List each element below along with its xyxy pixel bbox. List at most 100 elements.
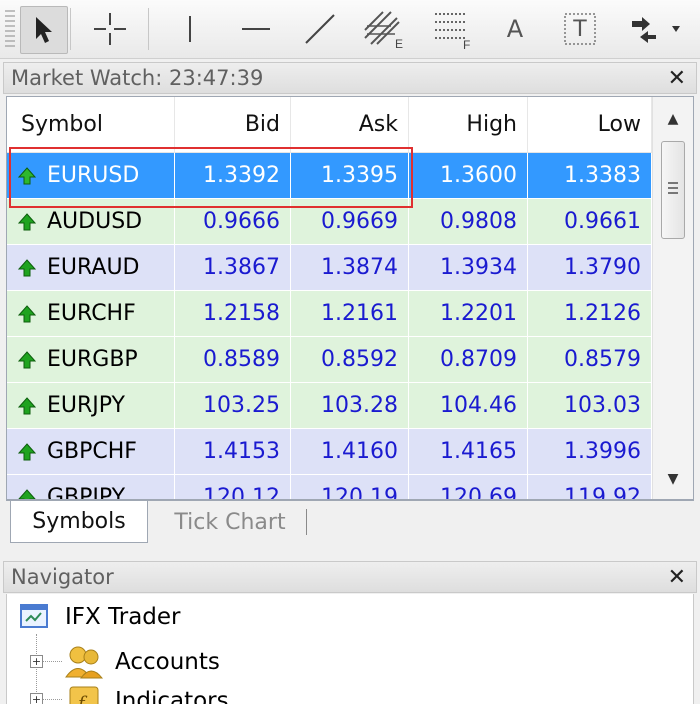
ask-cell: 1.4160 [291, 429, 409, 474]
symbol-cell: EURUSD [7, 153, 175, 198]
table-row[interactable]: EURCHF 1.2158 1.2161 1.2201 1.2126 [7, 291, 652, 337]
tree-item-label: IFX Trader [65, 604, 181, 630]
bid-cell: 1.2158 [175, 291, 291, 336]
vertical-scrollbar[interactable]: ▲ ▼ [652, 97, 693, 499]
table-body: EURUSD 1.3392 1.3395 1.3600 1.3383 AUDUSD 0.96… [7, 153, 652, 499]
low-cell: 119.92 [528, 475, 652, 499]
bid-cell: 1.3867 [175, 245, 291, 290]
arrows-dropdown-button[interactable] [620, 6, 692, 52]
up-arrow-icon [17, 166, 37, 184]
high-cell: 120.69 [409, 475, 528, 499]
table-row[interactable]: EURUSD 1.3392 1.3395 1.3600 1.3383 [7, 153, 652, 199]
trendline-button[interactable] [292, 6, 348, 52]
column-header-bid[interactable]: Bid [175, 97, 291, 152]
bid-cell: 103.25 [175, 383, 291, 428]
expand-accounts-icon[interactable]: + [30, 655, 43, 668]
scroll-up-icon[interactable]: ▲ [653, 105, 693, 133]
high-cell: 0.8709 [409, 337, 528, 382]
tree-item-label: Indicators [115, 688, 229, 704]
high-cell: 1.2201 [409, 291, 528, 336]
vertical-line-button[interactable] [162, 6, 218, 52]
low-cell: 1.2126 [528, 291, 652, 336]
bid-cell: 0.9666 [175, 199, 291, 244]
low-cell: 0.8579 [528, 337, 652, 382]
up-arrow-icon [17, 442, 37, 460]
table-header: Symbol Bid Ask High Low [7, 97, 652, 153]
low-cell: 1.3790 [528, 245, 652, 290]
table-row[interactable]: AUDUSD 0.9666 0.9669 0.9808 0.9661 [7, 199, 652, 245]
symbol-cell: EURAUD [7, 245, 175, 290]
table-row[interactable]: GBPJPY 120.12 120.19 120.69 119.92 [7, 475, 652, 499]
navigator-tree: IFX Trader + Accounts + f Indicators [6, 594, 694, 704]
table-row[interactable]: GBPCHF 1.4153 1.4160 1.4165 1.3996 [7, 429, 652, 475]
column-header-symbol[interactable]: Symbol [7, 97, 175, 152]
horizontal-line-button[interactable] [228, 6, 284, 52]
column-header-low[interactable]: Low [528, 97, 652, 152]
text-button[interactable]: A [490, 6, 540, 52]
tree-item-indicators[interactable]: f Indicators [67, 684, 229, 704]
symbol-label: AUDUSD [47, 209, 143, 234]
toolbar-grip[interactable] [5, 10, 15, 48]
up-arrow-icon [17, 488, 37, 499]
market-watch-tabs: Symbols Tick Chart [6, 500, 694, 547]
up-arrow-icon [17, 258, 37, 276]
symbol-label: EURGBP [47, 347, 138, 372]
text-label-button[interactable]: T [552, 6, 608, 52]
ask-cell: 1.3395 [291, 153, 409, 198]
symbol-cell: EURGBP [7, 337, 175, 382]
up-arrow-icon [17, 212, 37, 230]
ask-cell: 1.3874 [291, 245, 409, 290]
low-cell: 1.3996 [528, 429, 652, 474]
market-watch-close-icon[interactable]: ✕ [668, 66, 686, 91]
low-cell: 103.03 [528, 383, 652, 428]
symbol-label: GBPJPY [47, 485, 126, 499]
cursor-button[interactable] [20, 6, 68, 54]
navigator-close-icon[interactable]: ✕ [668, 565, 686, 590]
crosshair-button[interactable] [82, 6, 138, 52]
symbol-cell: GBPCHF [7, 429, 175, 474]
text-label-letter: T [573, 16, 587, 42]
terminal-icon [20, 604, 48, 628]
column-header-high[interactable]: High [409, 97, 528, 152]
up-arrow-icon [17, 350, 37, 368]
tree-item-ifx-trader[interactable]: IFX Trader [19, 602, 181, 632]
fibonacci-icon: F [435, 13, 470, 50]
ask-cell: 1.2161 [291, 291, 409, 336]
text-tool-label: A [506, 15, 524, 43]
drawing-toolbar: E F A T [0, 0, 700, 59]
tab-tick-chart[interactable]: Tick Chart [156, 501, 304, 543]
fibonacci-button[interactable]: F [424, 6, 480, 52]
symbol-cell: EURJPY [7, 383, 175, 428]
low-cell: 0.9661 [528, 199, 652, 244]
symbol-label: EURAUD [47, 255, 140, 280]
equidistant-channel-button[interactable]: E [356, 6, 412, 52]
scroll-thumb[interactable] [661, 141, 685, 239]
vertical-line-icon [189, 16, 191, 42]
table-row[interactable]: EURAUD 1.3867 1.3874 1.3934 1.3790 [7, 245, 652, 291]
symbol-label: EURUSD [47, 163, 140, 188]
accounts-icon [65, 646, 104, 679]
table-row[interactable]: EURJPY 103.25 103.28 104.46 103.03 [7, 383, 652, 429]
channel-icon: E [364, 11, 403, 50]
ask-cell: 103.28 [291, 383, 409, 428]
scroll-down-icon[interactable]: ▼ [653, 465, 693, 493]
symbol-label: EURCHF [47, 301, 136, 326]
bid-cell: 120.12 [175, 475, 291, 499]
symbol-label: EURJPY [47, 393, 125, 418]
bid-cell: 1.4153 [175, 429, 291, 474]
ask-cell: 120.19 [291, 475, 409, 499]
high-cell: 1.4165 [409, 429, 528, 474]
column-header-ask[interactable]: Ask [291, 97, 409, 152]
tree-item-accounts[interactable]: Accounts [63, 644, 220, 680]
svg-text:E: E [395, 37, 403, 50]
symbol-cell: EURCHF [7, 291, 175, 336]
arrow-cursor-icon [36, 17, 52, 43]
expand-indicators-icon[interactable]: + [30, 693, 43, 704]
tab-symbols[interactable]: Symbols [10, 501, 148, 543]
table-row[interactable]: EURGBP 0.8589 0.8592 0.8709 0.8579 [7, 337, 652, 383]
symbol-cell: GBPJPY [7, 475, 175, 499]
bid-cell: 0.8589 [175, 337, 291, 382]
horizontal-line-icon [242, 28, 270, 30]
svg-text:F: F [463, 38, 470, 50]
navigator-title: Navigator [11, 565, 114, 589]
